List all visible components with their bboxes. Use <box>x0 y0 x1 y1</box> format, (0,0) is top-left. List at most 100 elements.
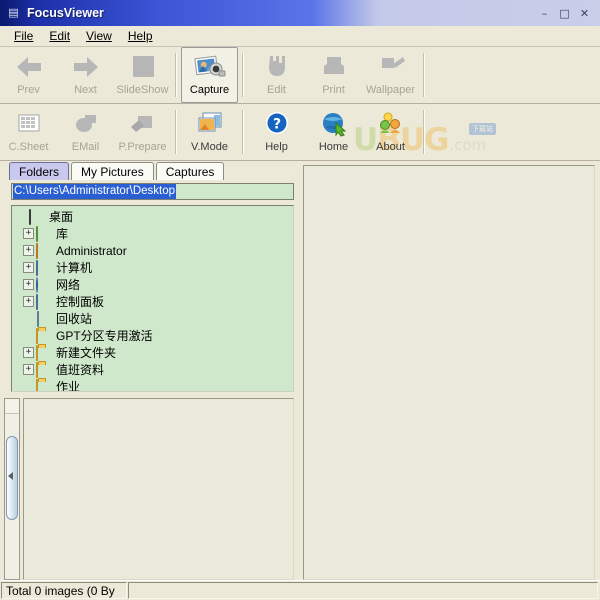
thumbnail-scrollbar[interactable] <box>4 398 20 580</box>
toolbar-button-slideshow[interactable]: SlideShow <box>114 47 171 103</box>
toolbar-next-label: Next <box>74 84 97 96</box>
tree-item-network[interactable]: + 网络 <box>15 276 293 293</box>
toolbar-slideshow-label: SlideShow <box>116 84 169 96</box>
print-prepare-icon <box>128 109 158 139</box>
tree-item-desktop[interactable]: 桌面 <box>15 208 293 225</box>
tree-item-label: GPT分区专用激活 <box>56 328 153 343</box>
toolbar-button-wallpaper[interactable]: Wallpaper <box>362 47 419 103</box>
left-pane: Folders My Pictures Captures C:\Users\Ad… <box>0 161 300 580</box>
tree-item-new-folder[interactable]: + 新建文件夹 <box>15 344 293 361</box>
tree-expander <box>23 330 34 341</box>
tab-folders[interactable]: Folders <box>9 162 70 180</box>
menu-item-edit[interactable]: Edit <box>41 28 78 44</box>
network-icon <box>36 276 52 293</box>
folder-tree-panel[interactable]: 桌面 + 库 + Administrator + 计算机 + 网络 + 控制面板… <box>11 205 294 392</box>
toolbar-button-contact-sheet[interactable]: C.Sheet <box>0 104 57 160</box>
tree-expander[interactable]: + <box>23 364 34 375</box>
tree-expander[interactable]: + <box>23 228 34 239</box>
toolbar-button-help[interactable]: ? Help <box>248 104 305 160</box>
folder-icon <box>36 327 52 344</box>
folder-icon <box>36 344 52 361</box>
tree-expander[interactable]: + <box>23 296 34 307</box>
minimize-button[interactable]: – <box>537 6 552 20</box>
tree-item-computer[interactable]: + 计算机 <box>15 259 293 276</box>
window-controls: – □ ✕ <box>537 6 600 20</box>
tree-item-recycle-bin[interactable]: 回收站 <box>15 310 293 327</box>
tree-item-label: 值班资料 <box>56 362 105 377</box>
address-input[interactable]: C:\Users\Administrator\Desktop <box>11 183 294 200</box>
tree-expander[interactable]: + <box>23 279 34 290</box>
toolbar-button-prev[interactable]: Prev <box>0 47 57 103</box>
toolbar-button-edit[interactable]: Edit <box>248 47 305 103</box>
toolbar-print-prepare-label: P.Prepare <box>118 141 167 153</box>
tree-item-administrator[interactable]: + Administrator <box>15 242 293 259</box>
toolbar-button-next[interactable]: Next <box>57 47 114 103</box>
tree-expander[interactable]: + <box>23 245 34 256</box>
recycle-bin-icon <box>36 310 52 327</box>
desktop-icon <box>29 208 45 225</box>
menu-bar: File Edit View Help <box>0 26 600 47</box>
tree-expander[interactable]: + <box>23 347 34 358</box>
user-folder-icon <box>36 242 52 259</box>
title-bar: ▤ FocusViewer – □ ✕ <box>0 0 600 26</box>
tab-my-pictures-label: My Pictures <box>81 164 144 179</box>
toolbar-button-email[interactable]: EMail <box>57 104 114 160</box>
image-preview-area[interactable] <box>303 165 595 580</box>
tree-item-label: 控制面板 <box>56 294 105 309</box>
menu-item-view[interactable]: View <box>78 28 120 44</box>
control-panel-icon <box>36 293 52 310</box>
toolbar-wallpaper-label: Wallpaper <box>365 84 416 96</box>
about-people-icon <box>376 109 406 139</box>
folder-icon <box>36 378 52 391</box>
tab-my-pictures[interactable]: My Pictures <box>71 162 154 180</box>
right-pane <box>300 161 600 580</box>
toolbar-prev-label: Prev <box>17 84 40 96</box>
tree-item-gpt-partition[interactable]: GPT分区专用激活 <box>15 327 293 344</box>
scroll-track[interactable] <box>5 414 19 579</box>
toolbar-help-label: Help <box>265 141 288 153</box>
tree-item-duty-data[interactable]: + 值班资料 <box>15 361 293 378</box>
toolbar-secondary: C.Sheet EMail P.Prepare V.Mode ? Help Ho… <box>0 104 600 161</box>
scroll-up-button[interactable] <box>5 399 19 414</box>
globe-home-icon <box>319 109 349 139</box>
main-body: Folders My Pictures Captures C:\Users\Ad… <box>0 161 600 580</box>
email-icon <box>71 109 101 139</box>
tree-item-label: 库 <box>56 226 69 241</box>
help-question-icon: ? <box>262 109 292 139</box>
maximize-button[interactable]: □ <box>557 6 572 20</box>
tab-captures[interactable]: Captures <box>155 162 225 180</box>
toolbar-button-print-prepare[interactable]: P.Prepare <box>114 104 171 160</box>
status-bar: Total 0 images (0 By <box>0 580 600 600</box>
tree-item-library[interactable]: + 库 <box>15 225 293 242</box>
toolbar-button-capture[interactable]: Capture <box>181 47 238 103</box>
toolbar-button-about[interactable]: About <box>362 104 419 160</box>
toolbar-email-label: EMail <box>71 141 100 153</box>
toolbar-button-view-mode[interactable]: V.Mode <box>181 104 238 160</box>
tree-item-homework[interactable]: 作业 <box>15 378 293 391</box>
toolbar-separator <box>175 110 177 154</box>
toolbar-button-print[interactable]: Print <box>305 47 362 103</box>
tab-strip: Folders My Pictures Captures <box>0 161 300 180</box>
thumbnail-list[interactable] <box>23 398 294 580</box>
toolbar-primary: Prev Next SlideShow Capture Edit Print W… <box>0 47 600 104</box>
app-logo-icon: ▤ <box>8 6 19 19</box>
toolbar-button-home[interactable]: Home <box>305 104 362 160</box>
toolbar-contact-sheet-label: C.Sheet <box>8 141 49 153</box>
menu-item-file[interactable]: File <box>6 28 41 44</box>
menu-help-label: Help <box>127 29 153 43</box>
menu-edit-label: Edit <box>49 29 71 43</box>
toolbar-separator <box>175 53 177 97</box>
status-right-cell <box>128 582 598 599</box>
contact-sheet-icon <box>14 109 44 139</box>
menu-item-help[interactable]: Help <box>120 28 161 44</box>
camera-capture-icon <box>193 52 226 82</box>
collapse-left-arrow-icon[interactable] <box>8 472 13 480</box>
tree-item-label: 桌面 <box>49 209 74 224</box>
tree-item-control-panel[interactable]: + 控制面板 <box>15 293 293 310</box>
tree-item-label: 网络 <box>56 277 81 292</box>
tree-expander[interactable]: + <box>23 262 34 273</box>
tree-item-label: 回收站 <box>56 311 93 326</box>
close-button[interactable]: ✕ <box>577 6 592 20</box>
toolbar-print-label: Print <box>322 84 345 96</box>
address-value: C:\Users\Administrator\Desktop <box>13 184 177 199</box>
